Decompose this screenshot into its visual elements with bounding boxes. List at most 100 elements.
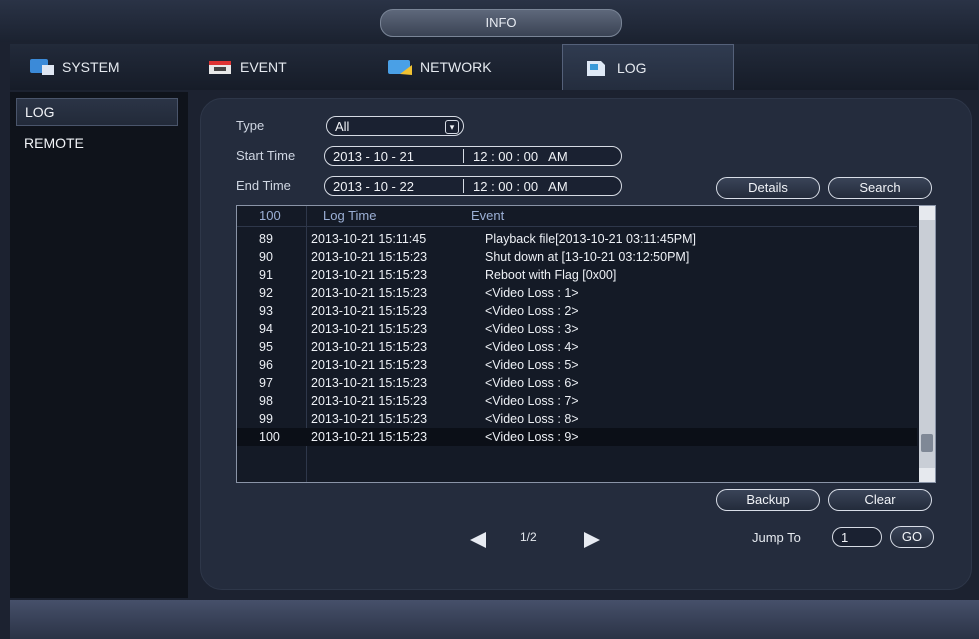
tab-network-label: NETWORK (420, 59, 492, 75)
row-index: 93 (259, 304, 273, 318)
scroll-down-button[interactable] (919, 468, 935, 482)
row-index: 98 (259, 394, 273, 408)
scroll-thumb[interactable] (921, 434, 933, 452)
end-date-value[interactable]: 2013 - 10 - 22 (333, 179, 414, 194)
tab-log-label: LOG (617, 59, 647, 76)
type-value: All (335, 119, 350, 134)
row-event: Shut down at [13-10-21 03:12:50PM] (485, 250, 690, 264)
row-index: 97 (259, 376, 273, 390)
go-button[interactable]: GO (890, 526, 934, 548)
row-log-time: 2013-10-21 15:15:23 (311, 412, 428, 426)
tab-event-label: EVENT (240, 59, 287, 75)
table-row[interactable]: 89 2013-10-21 15:11:45 Playback file[2013-… (237, 230, 917, 248)
row-event: <Video Loss : 8> (485, 412, 579, 426)
table-row[interactable]: 92 2013-10-21 15:15:23 <Video Loss : 1> (237, 284, 917, 302)
row-index: 96 (259, 358, 273, 372)
table-row[interactable]: 94 2013-10-21 15:15:23 <Video Loss : 3> (237, 320, 917, 338)
table-row[interactable]: 98 2013-10-21 15:15:23 <Video Loss : 7> (237, 392, 917, 410)
type-select[interactable]: All ▾ (326, 116, 464, 136)
end-time-value[interactable]: 12 : 00 : 00 AM (473, 177, 568, 197)
row-index: 90 (259, 250, 273, 264)
row-log-time: 2013-10-21 15:15:23 (311, 322, 428, 336)
end-divider (463, 179, 464, 193)
table-row[interactable]: 90 2013-10-21 15:15:23 Shut down at [13-10… (237, 248, 917, 266)
row-log-time: 2013-10-21 15:11:45 (311, 232, 427, 246)
start-time-label: Start Time (236, 148, 296, 163)
row-log-time: 2013-10-21 15:15:23 (311, 430, 428, 444)
row-index: 91 (259, 268, 273, 282)
scroll-up-button[interactable] (919, 206, 935, 220)
start-time-value[interactable]: 12 : 00 : 00 AM (473, 147, 568, 167)
search-button[interactable]: Search (828, 177, 932, 199)
row-log-time: 2013-10-21 15:15:23 (311, 376, 428, 390)
tab-bar: SYSTEM EVENT NETWORK LOG (10, 44, 978, 90)
tab-log[interactable]: LOG (562, 44, 734, 90)
row-event: <Video Loss : 9> (485, 430, 579, 444)
table-row[interactable]: 99 2013-10-21 15:15:23 <Video Loss : 8> (237, 410, 917, 428)
table-row[interactable]: 96 2013-10-21 15:15:23 <Video Loss : 5> (237, 356, 917, 374)
header-log-time[interactable]: Log Time (323, 208, 376, 223)
row-index: 95 (259, 340, 273, 354)
start-divider (463, 149, 464, 163)
jump-to-label: Jump To (752, 530, 801, 545)
backup-button[interactable]: Backup (716, 489, 820, 511)
log-table: 100 Log Time Event 89 2013-10-21 15:11:45… (236, 205, 936, 483)
tab-network[interactable]: NETWORK (386, 44, 536, 90)
tab-event[interactable]: EVENT (206, 44, 356, 90)
table-row[interactable]: 100 2013-10-21 15:15:23 <Video Loss : 9> (237, 428, 917, 446)
tab-system-label: SYSTEM (62, 59, 120, 75)
table-row[interactable]: 95 2013-10-21 15:15:23 <Video Loss : 4> (237, 338, 917, 356)
row-event: Playback file[2013-10-21 03:11:45PM] (485, 232, 697, 246)
end-time-label: End Time (236, 178, 291, 193)
tab-system[interactable]: SYSTEM (28, 44, 178, 90)
title-bar: INFO (0, 0, 979, 42)
system-icon (28, 57, 56, 77)
row-event: <Video Loss : 6> (485, 376, 579, 390)
network-icon (386, 57, 414, 77)
row-log-time: 2013-10-21 15:15:23 (311, 358, 428, 372)
sidebar: LOG REMOTE (10, 92, 188, 598)
row-event: <Video Loss : 3> (485, 322, 579, 336)
row-event: <Video Loss : 4> (485, 340, 579, 354)
row-index: 92 (259, 286, 273, 300)
start-date-value[interactable]: 2013 - 10 - 21 (333, 149, 414, 164)
table-row[interactable]: 91 2013-10-21 15:15:23 Reboot with Flag [0… (237, 266, 917, 284)
log-icon (583, 58, 611, 78)
chevron-down-icon: ▾ (445, 120, 459, 134)
scrollbar[interactable] (919, 206, 935, 482)
next-page-icon[interactable] (584, 532, 600, 548)
status-bar (10, 600, 979, 639)
row-log-time: 2013-10-21 15:15:23 (311, 250, 428, 264)
table-row[interactable]: 97 2013-10-21 15:15:23 <Video Loss : 6> (237, 374, 917, 392)
row-event: Reboot with Flag [0x00] (485, 268, 617, 282)
row-log-time: 2013-10-21 15:15:23 (311, 268, 428, 282)
sidebar-item-remote[interactable]: REMOTE (10, 130, 188, 156)
row-log-time: 2013-10-21 15:15:23 (311, 394, 428, 408)
jump-to-input[interactable]: 1 (832, 527, 882, 547)
type-label: Type (236, 118, 265, 133)
table-header: 100 Log Time Event (237, 206, 917, 227)
page-indicator: 1/2 (520, 530, 537, 544)
header-index: 100 (259, 208, 281, 223)
row-event: <Video Loss : 1> (485, 286, 579, 300)
details-button[interactable]: Details (716, 177, 820, 199)
row-log-time: 2013-10-21 15:15:23 (311, 286, 428, 300)
table-row[interactable]: 93 2013-10-21 15:15:23 <Video Loss : 2> (237, 302, 917, 320)
event-icon (206, 57, 234, 77)
prev-page-icon[interactable] (470, 532, 486, 548)
row-index: 100 (259, 430, 280, 444)
row-index: 94 (259, 322, 273, 336)
window-title: INFO (380, 9, 622, 37)
row-index: 89 (259, 232, 273, 246)
row-event: <Video Loss : 5> (485, 358, 579, 372)
row-event: <Video Loss : 2> (485, 304, 579, 318)
row-log-time: 2013-10-21 15:15:23 (311, 304, 428, 318)
sidebar-item-log[interactable]: LOG (16, 98, 178, 126)
end-time-field[interactable]: 2013 - 10 - 22 12 : 00 : 00 AM (324, 176, 622, 196)
row-log-time: 2013-10-21 15:15:23 (311, 340, 428, 354)
row-event: <Video Loss : 7> (485, 394, 579, 408)
row-index: 99 (259, 412, 273, 426)
header-event[interactable]: Event (471, 208, 504, 223)
clear-button[interactable]: Clear (828, 489, 932, 511)
start-time-field[interactable]: 2013 - 10 - 21 12 : 00 : 00 AM (324, 146, 622, 166)
